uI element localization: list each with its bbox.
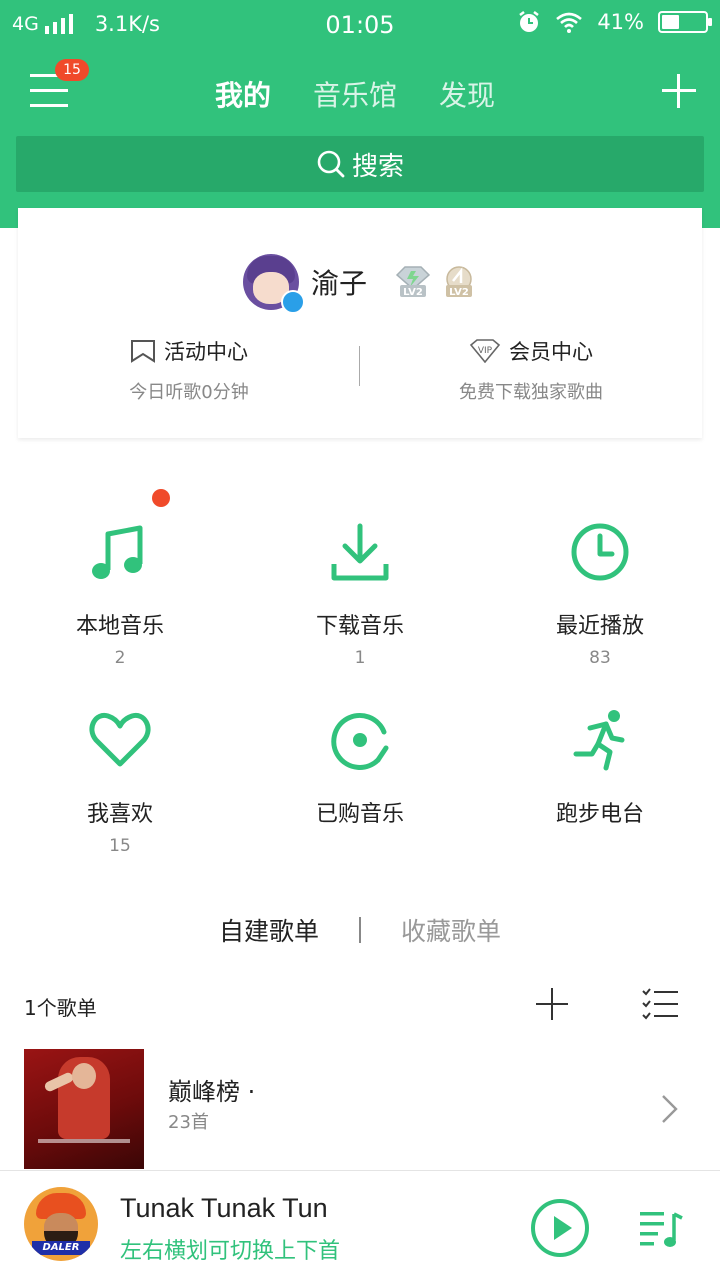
svg-text:VIP: VIP xyxy=(478,346,493,356)
chevron-right-icon xyxy=(662,1095,678,1123)
feature-count: 83 xyxy=(589,648,611,668)
search-bar[interactable]: 搜索 xyxy=(16,136,704,192)
wifi-icon xyxy=(556,12,583,33)
battery-fill xyxy=(662,15,679,29)
feature-running-radio[interactable]: 跑步电台 xyxy=(480,704,720,828)
profile-card: 渝子 LV2 LV2 活动中心 今日听歌0分钟 VIP 会员中心 免费下载独家歌… xyxy=(18,208,702,438)
tab-separator xyxy=(359,917,361,943)
card-divider xyxy=(359,346,360,386)
clock-icon xyxy=(480,516,720,588)
new-item-dot xyxy=(152,489,170,507)
tab-discover[interactable]: 发现 xyxy=(439,74,495,114)
tab-created-playlists[interactable]: 自建歌单 xyxy=(219,912,319,948)
tab-music-hall[interactable]: 音乐馆 xyxy=(313,74,397,114)
playlist-song-count: 23首 xyxy=(168,1112,209,1133)
activity-center-link[interactable]: 活动中心 今日听歌0分钟 xyxy=(18,336,360,406)
vip-center-subtitle: 免费下载独家歌曲 xyxy=(459,382,603,403)
svg-text:LV2: LV2 xyxy=(449,287,469,298)
heart-icon xyxy=(0,704,240,776)
feature-count: 2 xyxy=(114,648,126,668)
feature-label: 最近播放 xyxy=(555,614,644,639)
vip-center-label: 会员中心 xyxy=(509,340,593,364)
playlist-tabs: 自建歌单 收藏歌单 xyxy=(0,910,720,950)
feature-label: 我喜欢 xyxy=(86,802,153,827)
playlist-item[interactable]: 巅峰榜 · 23首 xyxy=(0,1048,720,1170)
diamond-icon: LV2 xyxy=(395,266,431,298)
search-label: 搜索 xyxy=(351,151,404,182)
search-icon xyxy=(317,150,345,178)
vip-icon: VIP xyxy=(469,339,501,363)
running-icon xyxy=(480,704,720,776)
playlist-name: 巅峰榜 · xyxy=(168,1078,256,1106)
cover-face xyxy=(72,1063,96,1089)
play-icon xyxy=(531,1199,589,1257)
card-links: 活动中心 今日听歌0分钟 VIP 会员中心 免费下载独家歌曲 xyxy=(18,336,702,406)
swipe-hint: 左右横划可切换上下首 xyxy=(120,1239,341,1264)
feature-local-music[interactable]: 本地音乐 2 xyxy=(0,516,240,668)
play-button[interactable] xyxy=(530,1198,590,1258)
cover-label: DALER xyxy=(32,1241,90,1255)
qq-icon xyxy=(280,290,305,314)
playlist-count: 1个歌单 xyxy=(24,996,97,1020)
feature-label: 跑步电台 xyxy=(555,802,644,827)
manage-playlists-button[interactable] xyxy=(642,988,678,1020)
status-right: 41% xyxy=(517,10,712,34)
username[interactable]: 渝子 xyxy=(311,262,367,302)
playlist-queue-button[interactable] xyxy=(640,1206,684,1250)
activity-center-title: 活动中心 xyxy=(18,336,360,366)
feature-label: 已购音乐 xyxy=(315,802,404,827)
feature-label: 下载音乐 xyxy=(315,614,404,639)
feature-label: 本地音乐 xyxy=(75,614,164,639)
disc-icon xyxy=(240,704,480,776)
tab-collected-playlists[interactable]: 收藏歌单 xyxy=(401,912,501,948)
svg-text:LV2: LV2 xyxy=(403,287,423,298)
level-badge-icon[interactable]: LV2 xyxy=(439,265,477,299)
screen: 4G 3.1K/s 01:05 41% 15 我的 音乐馆 发现 搜索 渝子 L… xyxy=(0,0,720,1280)
battery-icon xyxy=(658,11,712,33)
status-bar: 4G 3.1K/s 01:05 41% xyxy=(0,0,720,50)
profile-row: 渝子 LV2 LV2 xyxy=(18,252,702,314)
add-playlist-button[interactable] xyxy=(536,988,568,1020)
download-icon xyxy=(240,516,480,588)
playlist-cover xyxy=(24,1049,144,1169)
feature-download-music[interactable]: 下载音乐 1 xyxy=(240,516,480,668)
activity-center-label: 活动中心 xyxy=(164,340,248,364)
cover-decoration xyxy=(38,1139,130,1143)
feature-count: 15 xyxy=(109,836,131,856)
tab-mine[interactable]: 我的 xyxy=(215,74,271,114)
vip-center-title: VIP 会员中心 xyxy=(360,336,702,366)
nav-bar: 15 我的 音乐馆 发现 xyxy=(0,56,720,132)
feature-recent-play[interactable]: 最近播放 83 xyxy=(480,516,720,668)
feature-purchased-music[interactable]: 已购音乐 xyxy=(240,704,480,828)
feature-count: 1 xyxy=(354,648,366,668)
nav-tabs: 我的 音乐馆 发现 xyxy=(0,56,720,132)
flag-icon xyxy=(131,340,155,363)
feature-favorites[interactable]: 我喜欢 15 xyxy=(0,704,240,856)
avatar[interactable] xyxy=(242,254,305,314)
battery-percent: 41% xyxy=(597,10,644,34)
now-playing-cover[interactable]: DALER xyxy=(24,1187,98,1261)
music-level-icon: LV2 xyxy=(446,266,472,298)
now-playing-title: Tunak Tunak Tun xyxy=(120,1193,328,1223)
list-manage-icon xyxy=(642,988,678,1020)
vip-center-link[interactable]: VIP 会员中心 免费下载独家歌曲 xyxy=(360,336,702,406)
add-button[interactable] xyxy=(662,74,696,108)
activity-center-subtitle: 今日听歌0分钟 xyxy=(129,382,249,403)
queue-icon xyxy=(640,1212,683,1247)
level-badge-icon[interactable]: LV2 xyxy=(393,265,431,299)
mini-player[interactable]: DALER Tunak Tunak Tun 左右横划可切换上下首 xyxy=(0,1170,720,1280)
music-note-icon xyxy=(0,516,240,588)
alarm-icon xyxy=(519,11,540,32)
